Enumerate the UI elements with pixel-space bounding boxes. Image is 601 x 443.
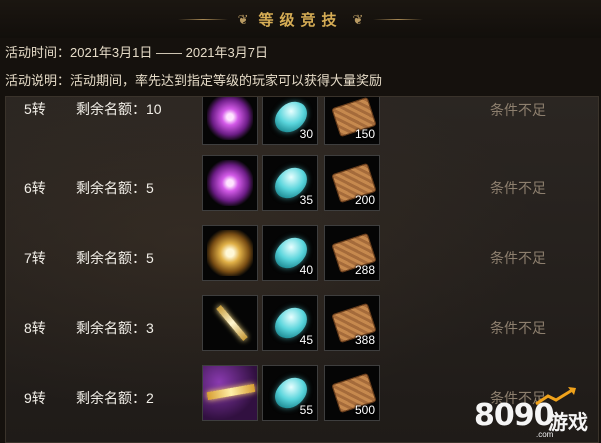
reward-list-panel[interactable]: 5转 剩余名额：10 30 150 条件不足 6转 剩余名额：5 35 200 … xyxy=(5,96,599,443)
event-description: 活动说明：活动期间，率先达到指定等级的玩家可以获得大量奖励 xyxy=(5,73,383,88)
purple-ring-icon xyxy=(207,160,253,206)
watermark-number: 8090 xyxy=(474,398,554,433)
watermark-domain: .com xyxy=(536,430,554,439)
gem-quantity: 45 xyxy=(299,333,313,347)
reward-row-6: 6转 剩余名额：5 35 200 条件不足 xyxy=(6,155,598,217)
level-label: 8转 xyxy=(24,320,46,336)
reward-slot-equipment[interactable] xyxy=(202,97,258,145)
title-divider-left xyxy=(177,18,228,20)
level-label: 5转 xyxy=(24,101,46,117)
gem-quantity: 30 xyxy=(299,127,313,141)
quota-label: 剩余名额：5 xyxy=(76,250,154,266)
reward-row-7: 7转 剩余名额：5 40 288 条件不足 xyxy=(6,225,598,287)
swirl-ornament-icon: ❦ xyxy=(352,11,364,27)
gold-ornament-icon xyxy=(207,230,253,276)
swirl-ornament-icon: ❦ xyxy=(237,11,249,27)
scroll-quantity: 288 xyxy=(354,263,375,277)
scroll-quantity: 500 xyxy=(354,403,375,417)
quota-label: 剩余名额：10 xyxy=(76,101,162,117)
reward-slot-gem[interactable]: 30 xyxy=(262,97,318,145)
reward-slot-scroll[interactable]: 200 xyxy=(324,155,380,211)
status-label: 条件不足 xyxy=(490,180,546,196)
status-label: 条件不足 xyxy=(490,102,546,118)
title-banner: ❦ 等级竞技 ❦ xyxy=(0,8,601,30)
reward-slot-gem[interactable]: 55 xyxy=(262,365,318,421)
gold-bar-icon xyxy=(206,383,256,401)
reward-slot-gem[interactable]: 40 xyxy=(262,225,318,281)
header-bar: ❦ 等级竞技 ❦ xyxy=(0,0,601,38)
status-label: 条件不足 xyxy=(490,250,546,266)
level-label: 7转 xyxy=(24,250,46,266)
reward-slot-gem[interactable]: 35 xyxy=(262,155,318,211)
event-time: 活动时间：2021年3月1日 —— 2021年3月7日 xyxy=(5,45,268,60)
reward-slot-equipment[interactable] xyxy=(202,155,258,211)
watermark-text: 游戏 xyxy=(548,412,588,434)
reward-slot-scroll[interactable]: 288 xyxy=(324,225,380,281)
reward-slot-scroll[interactable]: 500 xyxy=(324,365,380,421)
scroll-quantity: 200 xyxy=(354,193,375,207)
reward-slot-equipment[interactable] xyxy=(202,365,258,421)
scroll-quantity: 388 xyxy=(354,333,375,347)
title-divider-right xyxy=(373,18,424,20)
reward-slot-gem[interactable]: 45 xyxy=(262,295,318,351)
status-label: 条件不足 xyxy=(490,320,546,336)
reward-row-8: 8转 剩余名额：3 45 388 条件不足 xyxy=(6,295,598,357)
reward-row-5: 5转 剩余名额：10 30 150 条件不足 xyxy=(6,97,598,151)
page-title: 等级竞技 xyxy=(258,10,343,29)
purple-ring-icon xyxy=(207,97,253,140)
scroll-quantity: 150 xyxy=(354,127,375,141)
gem-quantity: 55 xyxy=(299,403,313,417)
quota-label: 剩余名额：5 xyxy=(76,180,154,196)
reward-slot-scroll[interactable]: 388 xyxy=(324,295,380,351)
reward-slot-scroll[interactable]: 150 xyxy=(324,97,380,145)
level-label: 9转 xyxy=(24,390,46,406)
quota-label: 剩余名额：2 xyxy=(76,390,154,406)
quota-label: 剩余名额：3 xyxy=(76,320,154,336)
gem-quantity: 40 xyxy=(299,263,313,277)
reward-slot-equipment[interactable] xyxy=(202,225,258,281)
reward-slot-equipment[interactable] xyxy=(202,295,258,351)
site-watermark: 8090 游戏 .com xyxy=(474,387,594,440)
level-label: 6转 xyxy=(24,180,46,196)
gold-sword-icon xyxy=(216,304,248,342)
gem-quantity: 35 xyxy=(299,193,313,207)
